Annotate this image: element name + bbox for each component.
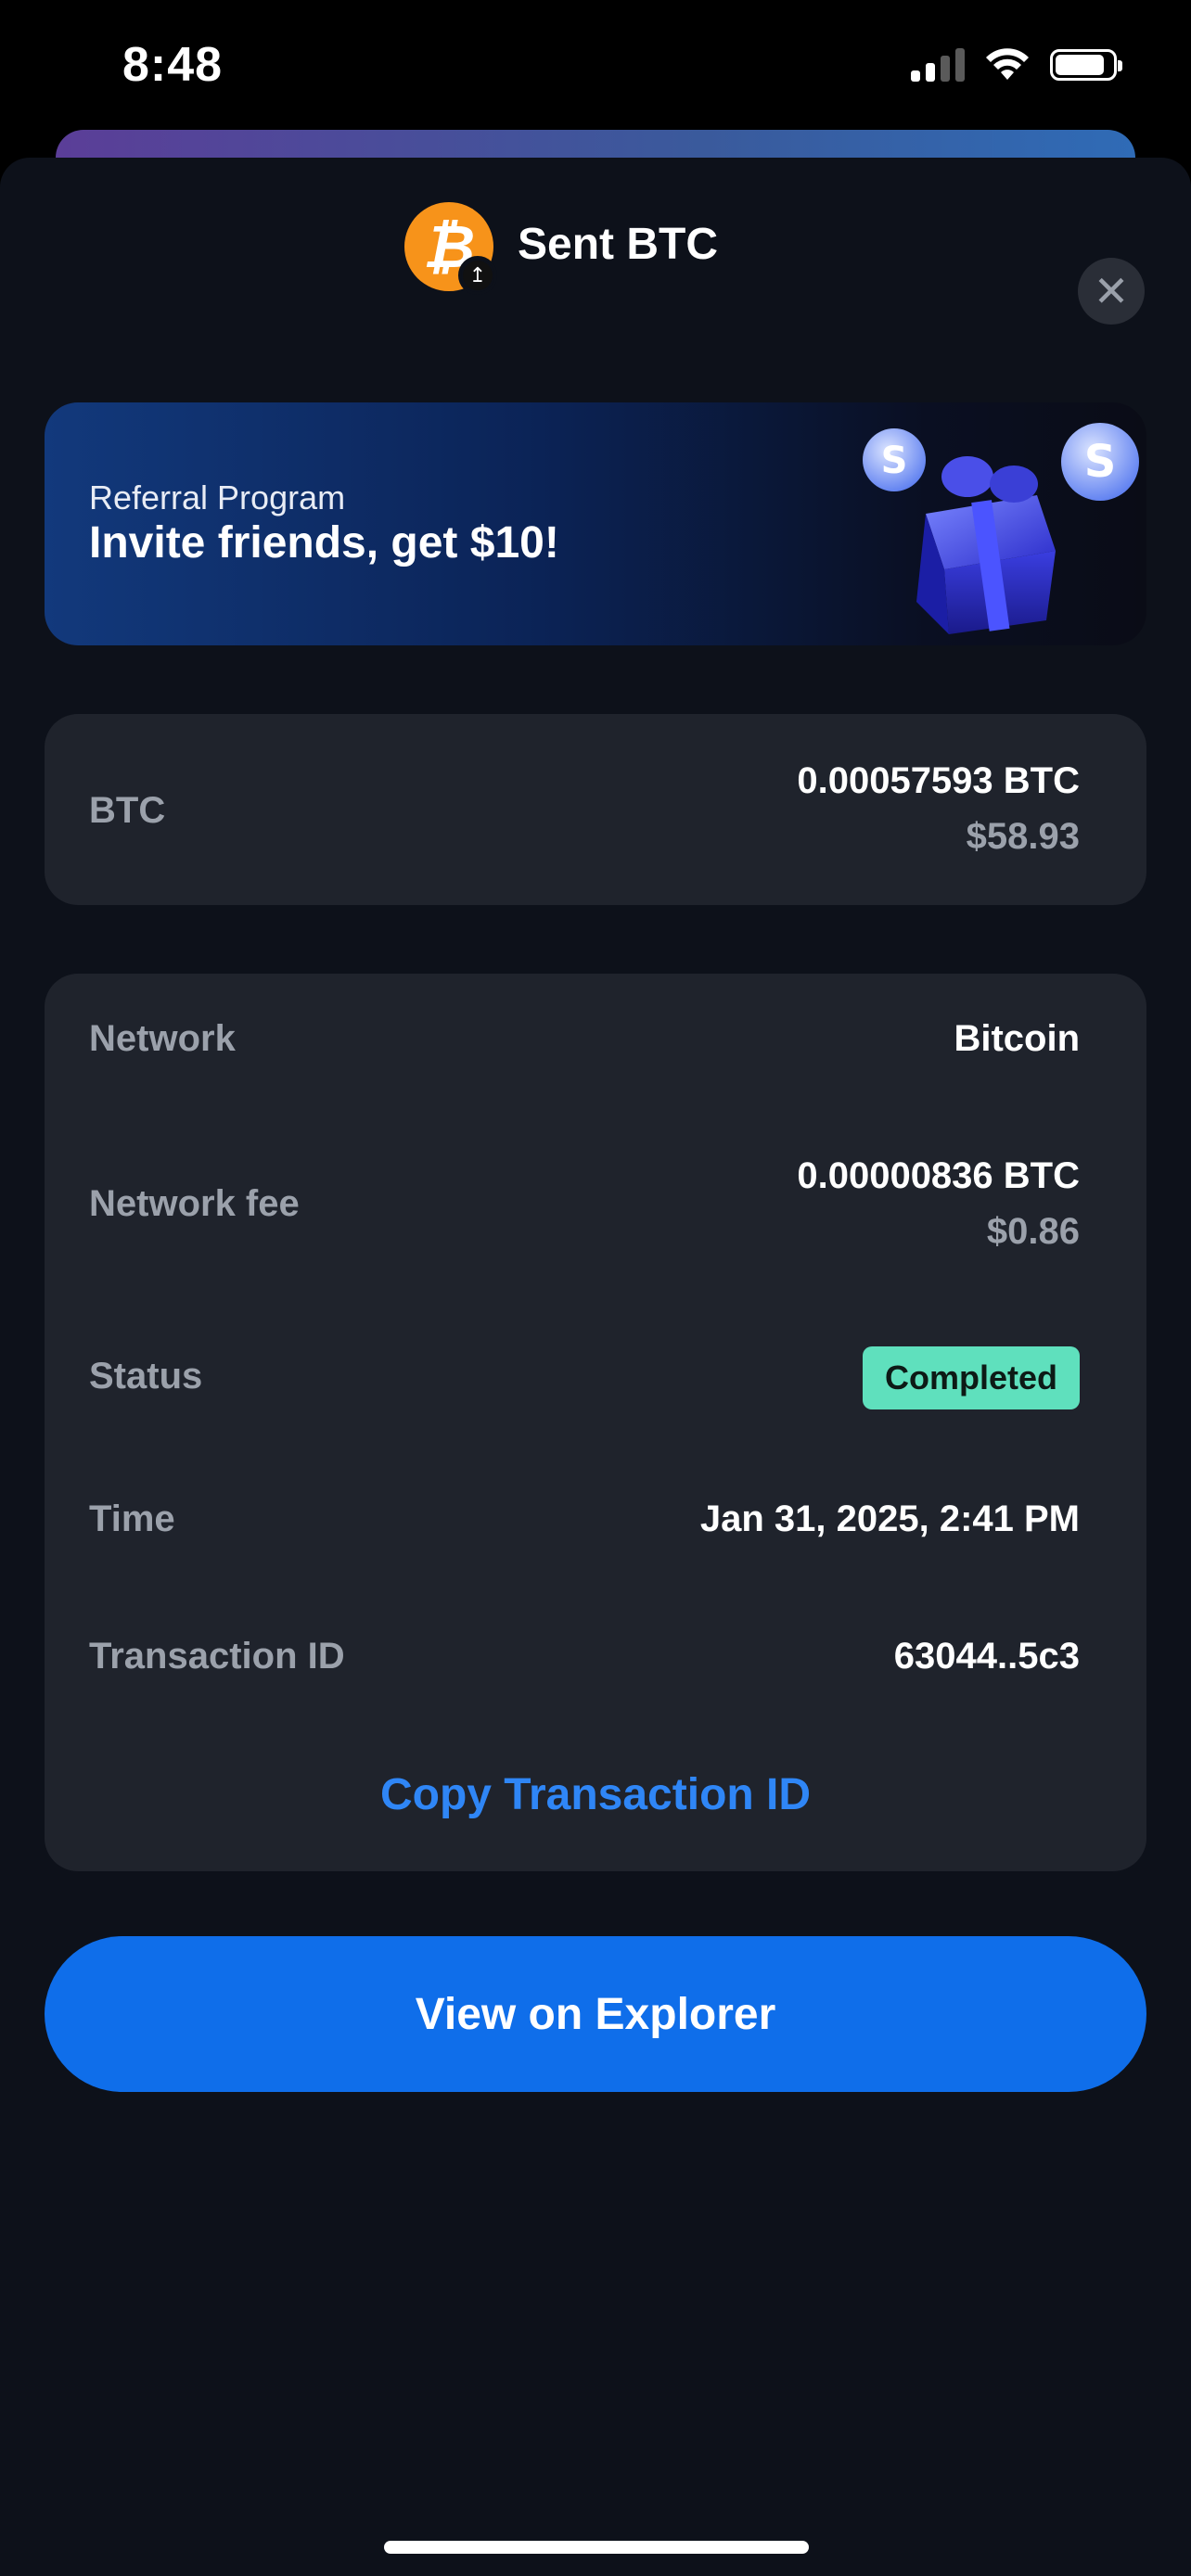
page-title: Sent BTC [518, 220, 718, 269]
amount-label: BTC [89, 790, 166, 831]
view-on-explorer-button[interactable]: View on Explorer [45, 1936, 1146, 2092]
network-value: Bitcoin [954, 1018, 1080, 1059]
txid-label: Transaction ID [89, 1636, 345, 1677]
copy-transaction-id-link[interactable]: Copy Transaction ID [45, 1769, 1146, 1820]
status-badge: Completed [862, 1346, 1080, 1409]
fee-fiat: $0.86 [986, 1211, 1080, 1252]
referral-title: Invite friends, get $10! [89, 518, 559, 567]
time-value: Jan 31, 2025, 2:41 PM [699, 1498, 1080, 1539]
home-indicator [384, 2541, 809, 2554]
details-card: Network Bitcoin Network fee 0.00000836 B… [45, 974, 1146, 1871]
gift-illustration-icon: S S [863, 423, 1139, 634]
status-label: Status [89, 1356, 203, 1396]
time-label: Time [89, 1498, 175, 1539]
amount-card: BTC 0.00057593 BTC $58.93 [45, 714, 1146, 905]
amount-crypto: 0.00057593 BTC [797, 760, 1080, 801]
close-button[interactable]: ✕ [1078, 258, 1145, 325]
status-bar: 8:48 [0, 0, 1191, 130]
close-icon: ✕ [1093, 267, 1130, 315]
battery-icon [1050, 49, 1122, 81]
referral-subtitle: Referral Program [89, 478, 346, 516]
svg-text:S: S [881, 440, 908, 482]
status-time: 8:48 [122, 38, 224, 92]
transaction-sheet: ₿ ↥ Sent BTC ✕ Referral Program Invite f… [0, 158, 1191, 2576]
amount-fiat: $58.93 [966, 816, 1080, 857]
wifi-icon [986, 48, 1029, 80]
txid-value: 63044..5c3 [893, 1636, 1080, 1677]
network-label: Network [89, 1018, 236, 1059]
arrow-up-icon: ↥ [458, 256, 497, 295]
svg-text:S: S [1084, 436, 1117, 488]
cellular-signal-icon [911, 48, 965, 82]
referral-banner[interactable]: Referral Program Invite friends, get $10… [45, 402, 1146, 645]
fee-crypto: 0.00000836 BTC [797, 1155, 1080, 1196]
status-icons [911, 48, 1122, 82]
sheet-header: ₿ ↥ Sent BTC ✕ [0, 202, 1191, 325]
fee-label: Network fee [89, 1183, 300, 1224]
